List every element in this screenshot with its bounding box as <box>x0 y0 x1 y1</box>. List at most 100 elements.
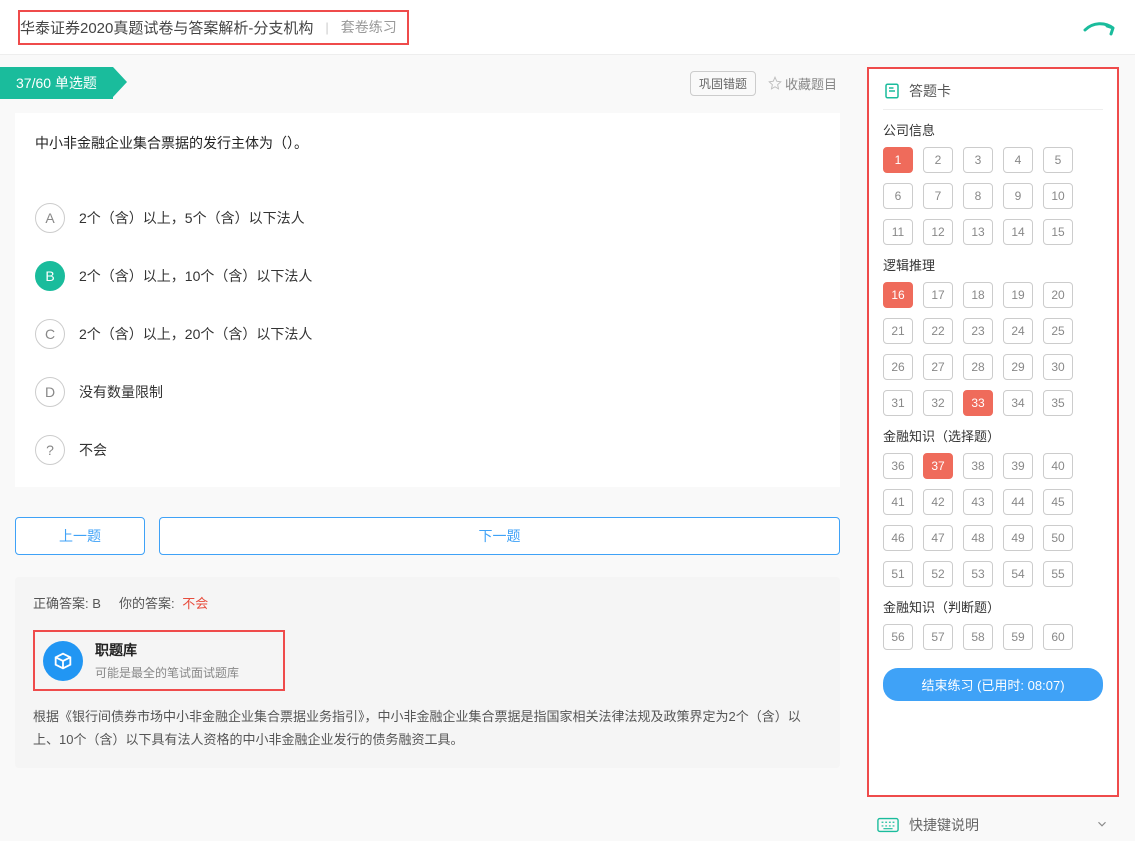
consolidate-button[interactable]: 巩固错题 <box>690 71 756 96</box>
question-number-3[interactable]: 3 <box>963 147 993 173</box>
question-number-54[interactable]: 54 <box>1003 561 1033 587</box>
next-button[interactable]: 下一题 <box>159 517 840 555</box>
answer-box: 正确答案: B 你的答案: 不会 职题库 可能是最全的笔试面试题库 根据《银行间… <box>15 577 840 768</box>
question-number-17[interactable]: 17 <box>923 282 953 308</box>
question-number-24[interactable]: 24 <box>1003 318 1033 344</box>
question-number-36[interactable]: 36 <box>883 453 913 479</box>
question-number-11[interactable]: 11 <box>883 219 913 245</box>
practice-mode-label: 套卷练习 <box>341 17 397 37</box>
choice-C[interactable]: C2个（含）以上，20个（含）以下法人 <box>35 319 820 349</box>
question-number-6[interactable]: 6 <box>883 183 913 209</box>
section-title: 逻辑推理 <box>883 255 1103 274</box>
brand-subtitle: 可能是最全的笔试面试题库 <box>95 664 239 681</box>
brand-title: 职题库 <box>95 640 239 660</box>
question-number-grid: 123456789101112131415 <box>883 147 1103 245</box>
question-number-7[interactable]: 7 <box>923 183 953 209</box>
answer-card-sections: 公司信息123456789101112131415逻辑推理16171819202… <box>883 120 1103 650</box>
question-number-46[interactable]: 46 <box>883 525 913 551</box>
question-number-26[interactable]: 26 <box>883 354 913 380</box>
section-title: 金融知识（判断题） <box>883 597 1103 616</box>
question-number-38[interactable]: 38 <box>963 453 993 479</box>
title-separator: | <box>325 20 328 35</box>
question-number-55[interactable]: 55 <box>1043 561 1073 587</box>
correct-answer-value: B <box>92 596 101 611</box>
main-column: 37/60 单选题 巩固错题 收藏题目 中小非金融企业集合票据的发行主体为（）。… <box>0 67 855 841</box>
question-number-8[interactable]: 8 <box>963 183 993 209</box>
question-number-47[interactable]: 47 <box>923 525 953 551</box>
question-number-39[interactable]: 39 <box>1003 453 1033 479</box>
question-number-32[interactable]: 32 <box>923 390 953 416</box>
question-number-48[interactable]: 48 <box>963 525 993 551</box>
question-number-35[interactable]: 35 <box>1043 390 1073 416</box>
question-number-15[interactable]: 15 <box>1043 219 1073 245</box>
shortcut-bar[interactable]: 快捷键说明 <box>867 809 1119 841</box>
answer-card-panel: 答题卡 公司信息123456789101112131415逻辑推理1617181… <box>867 67 1119 797</box>
question-number-28[interactable]: 28 <box>963 354 993 380</box>
card-icon <box>883 82 901 100</box>
choice-D[interactable]: D没有数量限制 <box>35 377 820 407</box>
question-number-10[interactable]: 10 <box>1043 183 1073 209</box>
question-number-53[interactable]: 53 <box>963 561 993 587</box>
question-number-12[interactable]: 12 <box>923 219 953 245</box>
question-number-grid: 56 57 58 59 60 <box>883 624 1103 650</box>
choice-A[interactable]: A2个（含）以上，5个（含）以下法人 <box>35 203 820 233</box>
keyboard-icon <box>877 817 899 833</box>
question-number-13[interactable]: 13 <box>963 219 993 245</box>
question-number-56[interactable]: 56 <box>883 624 913 650</box>
question-number-60[interactable]: 60 <box>1043 624 1073 650</box>
question-number-grid: 36 37 38 39 40 41 42 43 44 45 46 47 48 49 50 51 52 53 54 55 <box>883 453 1103 587</box>
question-number-30[interactable]: 30 <box>1043 354 1073 380</box>
question-number-59[interactable]: 59 <box>1003 624 1033 650</box>
question-number-16[interactable]: 16 <box>883 282 913 308</box>
question-number-9[interactable]: 9 <box>1003 183 1033 209</box>
question-number-27[interactable]: 27 <box>923 354 953 380</box>
choice-text: 不会 <box>79 440 107 460</box>
choice-?[interactable]: ? 不会 <box>35 435 820 465</box>
question-number-34[interactable]: 34 <box>1003 390 1033 416</box>
question-number-41[interactable]: 41 <box>883 489 913 515</box>
question-number-20[interactable]: 20 <box>1043 282 1073 308</box>
question-number-31[interactable]: 31 <box>883 390 913 416</box>
section-title: 金融知识（选择题） <box>883 426 1103 445</box>
question-number-43[interactable]: 43 <box>963 489 993 515</box>
question-number-25[interactable]: 25 <box>1043 318 1073 344</box>
question-number-58[interactable]: 58 <box>963 624 993 650</box>
correct-answer-label: 正确答案: <box>33 596 89 611</box>
question-number-18[interactable]: 18 <box>963 282 993 308</box>
question-number-5[interactable]: 5 <box>1043 147 1073 173</box>
question-number-33[interactable]: 33 <box>963 390 993 416</box>
question-number-1[interactable]: 1 <box>883 147 913 173</box>
back-arrow-icon[interactable] <box>1083 18 1115 45</box>
question-number-37[interactable]: 37 <box>923 453 953 479</box>
question-number-44[interactable]: 44 <box>1003 489 1033 515</box>
question-number-57[interactable]: 57 <box>923 624 953 650</box>
question-number-21[interactable]: 21 <box>883 318 913 344</box>
question-number-19[interactable]: 19 <box>1003 282 1033 308</box>
choice-letter: ? <box>35 435 65 465</box>
question-number-2[interactable]: 2 <box>923 147 953 173</box>
question-index-row: 37/60 单选题 巩固错题 收藏题目 <box>0 67 855 99</box>
question-number-51[interactable]: 51 <box>883 561 913 587</box>
question-number-52[interactable]: 52 <box>923 561 953 587</box>
question-number-4[interactable]: 4 <box>1003 147 1033 173</box>
question-index-badge: 37/60 单选题 <box>0 67 113 99</box>
question-actions: 巩固错题 收藏题目 <box>690 71 837 96</box>
question-number-23[interactable]: 23 <box>963 318 993 344</box>
choice-text: 没有数量限制 <box>79 382 163 402</box>
chevron-down-icon <box>1095 817 1109 834</box>
answer-head: 正确答案: B 你的答案: 不会 <box>33 593 822 612</box>
question-number-14[interactable]: 14 <box>1003 219 1033 245</box>
question-number-45[interactable]: 45 <box>1043 489 1073 515</box>
question-number-40[interactable]: 40 <box>1043 453 1073 479</box>
favorite-button[interactable]: 收藏题目 <box>768 74 837 93</box>
question-number-49[interactable]: 49 <box>1003 525 1033 551</box>
question-number-50[interactable]: 50 <box>1043 525 1073 551</box>
brand-logo-icon <box>43 641 83 681</box>
nav-buttons: 上一题 下一题 <box>15 517 840 555</box>
choice-B[interactable]: B2个（含）以上，10个（含）以下法人 <box>35 261 820 291</box>
prev-button[interactable]: 上一题 <box>15 517 145 555</box>
finish-practice-button[interactable]: 结束练习 (已用时: 08:07) <box>883 668 1103 701</box>
question-number-29[interactable]: 29 <box>1003 354 1033 380</box>
question-number-22[interactable]: 22 <box>923 318 953 344</box>
question-number-42[interactable]: 42 <box>923 489 953 515</box>
